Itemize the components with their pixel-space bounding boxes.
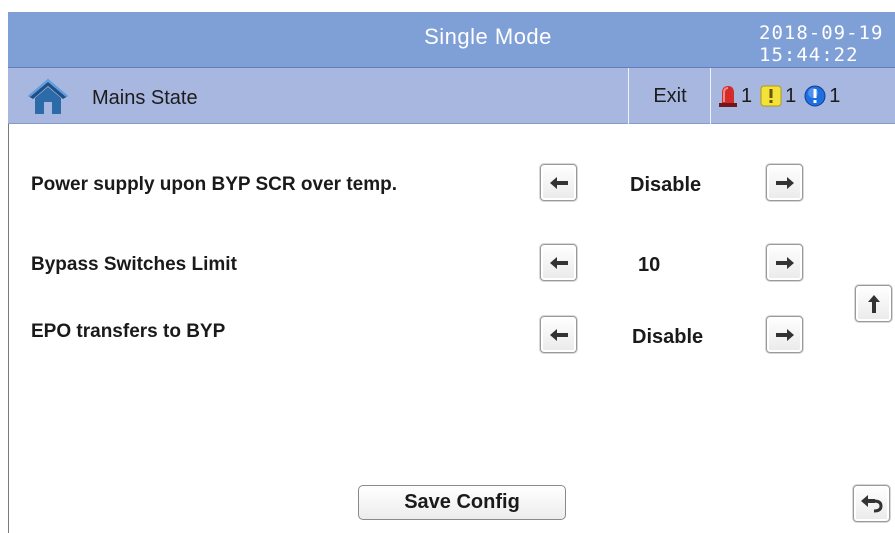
info-count: 1: [829, 84, 841, 107]
right-arrow-icon: [775, 328, 794, 341]
title-bar: Single Mode 2018-09-19 15:44:22: [8, 12, 895, 68]
warning-indicator[interactable]: 1: [760, 85, 796, 108]
blue-info-icon: [804, 85, 826, 107]
right-arrow-icon: [775, 256, 794, 269]
critical-alarm-indicator[interactable]: 1: [718, 84, 752, 108]
back-button[interactable]: [853, 485, 890, 522]
right-arrow-icon: [775, 176, 794, 189]
setting-next-button[interactable]: [766, 316, 803, 353]
setting-prev-button[interactable]: [540, 244, 577, 281]
alarm-indicators: 1 1 1: [718, 82, 848, 110]
status-bar: Mains State Exit 1 1 1: [8, 68, 895, 124]
setting-prev-button[interactable]: [540, 164, 577, 201]
setting-label-epo-transfers: EPO transfers to BYP: [31, 321, 226, 342]
clock-time: 15:44:22: [759, 44, 859, 66]
clock-date: 2018-09-19: [759, 22, 884, 44]
critical-alarm-count: 1: [741, 84, 753, 107]
left-arrow-icon: [549, 176, 568, 189]
clock: 2018-09-19 15:44:22: [759, 22, 895, 66]
left-arrow-icon: [549, 328, 568, 341]
setting-label-bypass-switches-limit: Bypass Switches Limit: [31, 254, 237, 275]
up-arrow-icon: [867, 294, 880, 313]
setting-next-button[interactable]: [766, 164, 803, 201]
left-arrow-icon: [549, 256, 568, 269]
page-name: Mains State: [92, 87, 198, 109]
red-alarm-beacon-icon: [719, 86, 737, 107]
yellow-warning-icon: [760, 85, 782, 107]
home-icon[interactable]: [26, 76, 70, 116]
info-indicator[interactable]: 1: [804, 85, 840, 108]
setting-next-button[interactable]: [766, 244, 803, 281]
divider: [628, 68, 629, 124]
setting-label-bypass-scr-overtemp: Power supply upon BYP SCR over temp.: [31, 174, 397, 195]
return-arrow-icon: [860, 494, 883, 512]
divider: [710, 68, 711, 124]
exit-button[interactable]: Exit: [630, 68, 710, 124]
page-up-button[interactable]: [855, 285, 892, 322]
setting-prev-button[interactable]: [540, 316, 577, 353]
setting-value-epo-transfers: Disable: [632, 326, 704, 348]
setting-value-bypass-scr-overtemp: Disable: [630, 174, 702, 196]
setting-value-bypass-switches-limit: 10: [638, 254, 661, 276]
warning-count: 1: [785, 84, 797, 107]
save-config-button[interactable]: Save Config: [358, 485, 566, 520]
